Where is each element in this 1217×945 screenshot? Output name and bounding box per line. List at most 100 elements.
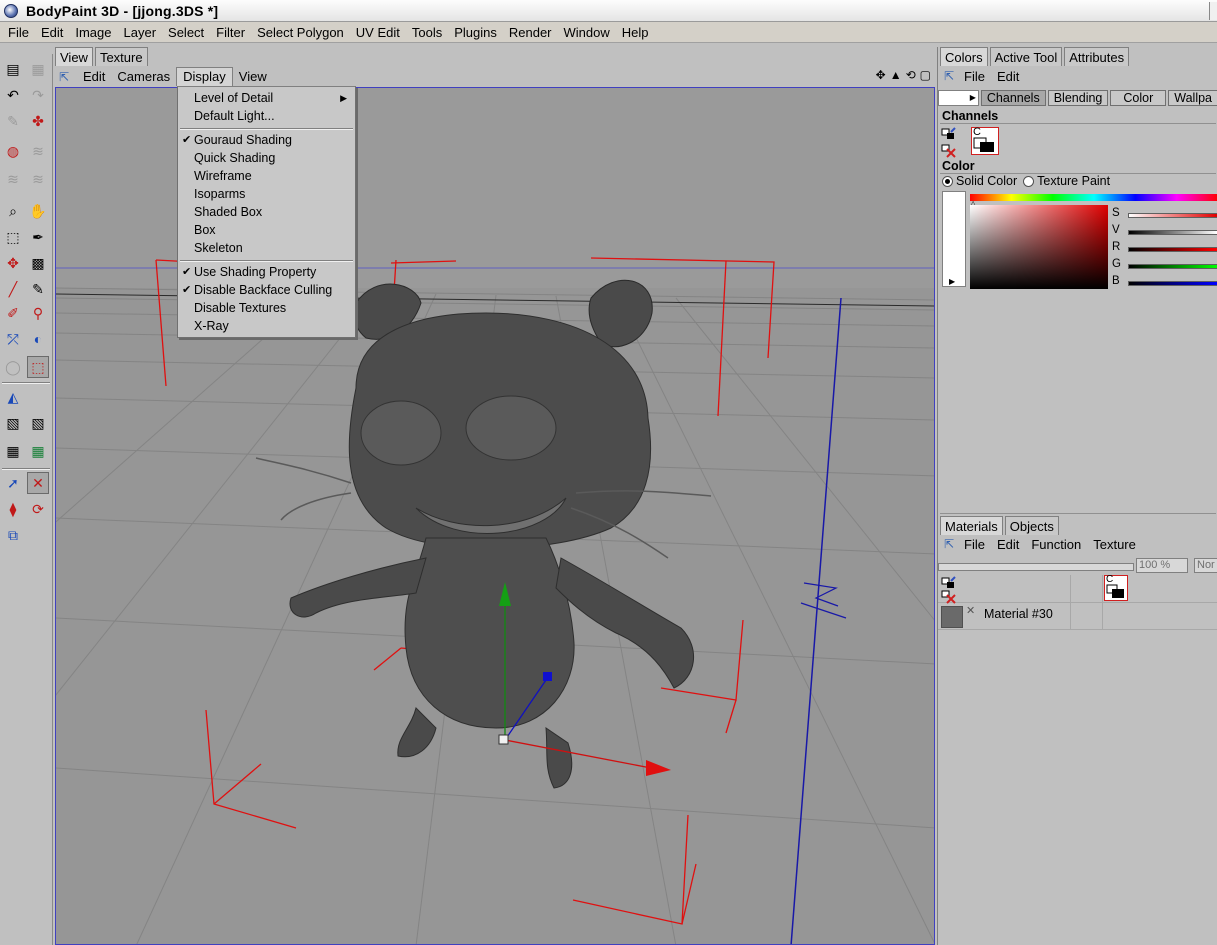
blur-icon[interactable]: ◯ — [2, 356, 24, 378]
clone-icon[interactable]: ≋ — [27, 168, 49, 190]
menu-file[interactable]: File — [2, 22, 35, 43]
menu-select[interactable]: Select — [162, 22, 210, 43]
viewport-menu-edit[interactable]: Edit — [77, 67, 111, 86]
marquee-icon[interactable]: ⬚ — [2, 226, 24, 248]
saturation-value-picker[interactable] — [970, 205, 1108, 289]
projection-icon[interactable]: ⬚ — [27, 356, 49, 378]
menu-item-use-shading-property[interactable]: ✔ Use Shading Property — [178, 263, 355, 281]
transform-icon[interactable]: ◭ — [2, 386, 24, 408]
menu-render[interactable]: Render — [503, 22, 558, 43]
current-color-preview[interactable]: ▶ — [942, 191, 966, 287]
delete-material-icon[interactable] — [941, 589, 957, 605]
blue-slider[interactable] — [1128, 281, 1217, 286]
channel-color-swatch[interactable]: C — [971, 126, 999, 155]
value-slider[interactable] — [1128, 230, 1217, 235]
palette-icon[interactable]: ◍ — [2, 140, 24, 162]
colors-menu-edit[interactable]: Edit — [991, 69, 1025, 84]
red-slider[interactable] — [1128, 247, 1217, 252]
menu-item-gouraud-shading[interactable]: ✔ Gouraud Shading — [178, 131, 355, 149]
menu-item-isoparms[interactable]: Isoparms — [178, 185, 355, 203]
uv-icon[interactable]: ⤱ — [2, 328, 24, 350]
zoom-icon[interactable]: ⟲ — [906, 68, 916, 82]
menu-image[interactable]: Image — [69, 22, 117, 43]
scale-icon[interactable]: ✕ — [27, 472, 49, 494]
pin-icon[interactable]: ⇱ — [940, 69, 958, 83]
grid-icon[interactable]: ▩ — [27, 252, 49, 274]
material-zoom-field[interactable]: 100 % — [1136, 558, 1188, 573]
menu-item-wireframe[interactable]: Wireframe — [178, 167, 355, 185]
move-icon[interactable]: ✥ — [2, 252, 24, 274]
menu-item-skeleton[interactable]: Skeleton — [178, 239, 355, 257]
channel-selector[interactable]: ▶ — [938, 90, 979, 106]
brush-icon[interactable]: ✎ — [2, 110, 24, 132]
pattern-icon[interactable]: ≋ — [2, 168, 24, 190]
viewport-menu-cameras[interactable]: Cameras — [111, 67, 176, 86]
tab-objects[interactable]: Objects — [1004, 516, 1059, 535]
tab-view[interactable]: View — [55, 47, 93, 66]
menu-help[interactable]: Help — [616, 22, 655, 43]
hue-spectrum-bar[interactable] — [970, 194, 1217, 201]
layers-icon[interactable]: ⧉ — [2, 524, 24, 546]
fill-icon[interactable]: ✐ — [2, 302, 24, 324]
airbrush-icon[interactable]: ✎ — [27, 278, 49, 300]
paint-icon[interactable]: ✤ — [27, 110, 49, 132]
pin-icon[interactable]: ⇱ — [940, 537, 958, 551]
chevron-right-icon[interactable]: ▶ — [949, 277, 955, 286]
smear-icon[interactable]: ≋ — [27, 140, 49, 162]
material-x-icon[interactable]: ✕ — [966, 604, 975, 617]
layout-alt-icon[interactable]: ▦ — [27, 58, 49, 80]
eyedropper-icon[interactable]: ✒ — [27, 226, 49, 248]
viewport-menu-display[interactable]: Display — [176, 67, 233, 86]
materials-menu-texture[interactable]: Texture — [1087, 537, 1142, 552]
tab-texture[interactable]: Texture — [94, 47, 148, 66]
new-channel-icon[interactable] — [941, 127, 957, 143]
menu-item-level-of-detail[interactable]: Level of Detail ▶ — [178, 89, 355, 107]
menu-edit[interactable]: Edit — [35, 22, 69, 43]
menu-item-x-ray[interactable]: X-Ray — [178, 317, 355, 335]
app-logo-icon[interactable] — [4, 4, 18, 18]
tab-attributes[interactable]: Attributes — [1064, 47, 1130, 66]
solid-color-radio[interactable] — [942, 175, 953, 187]
materials-menu-file[interactable]: File — [958, 537, 991, 552]
bucket-icon[interactable]: ◐ — [27, 328, 49, 350]
green-slider[interactable] — [1128, 264, 1217, 269]
select-arrow-icon[interactable]: ➚ — [2, 472, 24, 494]
pencil-icon[interactable]: ╱ — [2, 278, 24, 300]
menu-item-box[interactable]: Box — [178, 221, 355, 239]
menu-select-polygon[interactable]: Select Polygon — [251, 22, 350, 43]
window-controls[interactable] — [1209, 2, 1217, 20]
menu-item-disable-textures[interactable]: Disable Textures — [178, 299, 355, 317]
material-mode-field[interactable]: Nor — [1194, 558, 1217, 573]
tab-active-tool[interactable]: Active Tool — [989, 47, 1063, 66]
pin-icon[interactable]: ⇱ — [59, 70, 77, 84]
tab-colors[interactable]: Colors — [940, 47, 988, 66]
materials-menu-edit[interactable]: Edit — [991, 537, 1025, 552]
magnify-icon[interactable]: ⌕ — [2, 200, 24, 222]
hand-icon[interactable]: ✋ — [27, 200, 49, 222]
menu-item-shaded-box[interactable]: Shaded Box — [178, 203, 355, 221]
uv-mesh-icon[interactable]: ▦ — [2, 440, 24, 462]
menu-item-default-light[interactable]: Default Light... — [178, 107, 355, 125]
menu-tools[interactable]: Tools — [406, 22, 448, 43]
delete-channel-icon[interactable] — [941, 143, 957, 159]
tab-channels[interactable]: Channels — [980, 90, 1046, 106]
menu-layer[interactable]: Layer — [118, 22, 163, 43]
material-name[interactable]: Material #30 — [984, 607, 1053, 621]
picker-icon[interactable]: ⚲ — [27, 302, 49, 324]
material-preview-icon[interactable] — [941, 606, 963, 628]
material-zoom-slider[interactable] — [938, 563, 1134, 571]
menu-plugins[interactable]: Plugins — [448, 22, 503, 43]
viewport-menu-view[interactable]: View — [233, 67, 273, 86]
checker-alt-icon[interactable]: ▧ — [27, 412, 49, 434]
maximize-icon[interactable]: ▢ — [920, 68, 931, 82]
tab-color[interactable]: Color — [1110, 90, 1167, 106]
materials-menu-function[interactable]: Function — [1025, 537, 1087, 552]
material-channel-swatch[interactable]: C — [1104, 574, 1128, 601]
redo-icon[interactable]: ↷ — [27, 84, 49, 106]
menu-window[interactable]: Window — [558, 22, 616, 43]
menu-item-quick-shading[interactable]: Quick Shading — [178, 149, 355, 167]
texture-paint-radio[interactable] — [1023, 175, 1035, 187]
checker-icon[interactable]: ▧ — [2, 412, 24, 434]
menu-filter[interactable]: Filter — [210, 22, 251, 43]
menu-item-disable-backface-culling[interactable]: ✔ Disable Backface Culling — [178, 281, 355, 299]
